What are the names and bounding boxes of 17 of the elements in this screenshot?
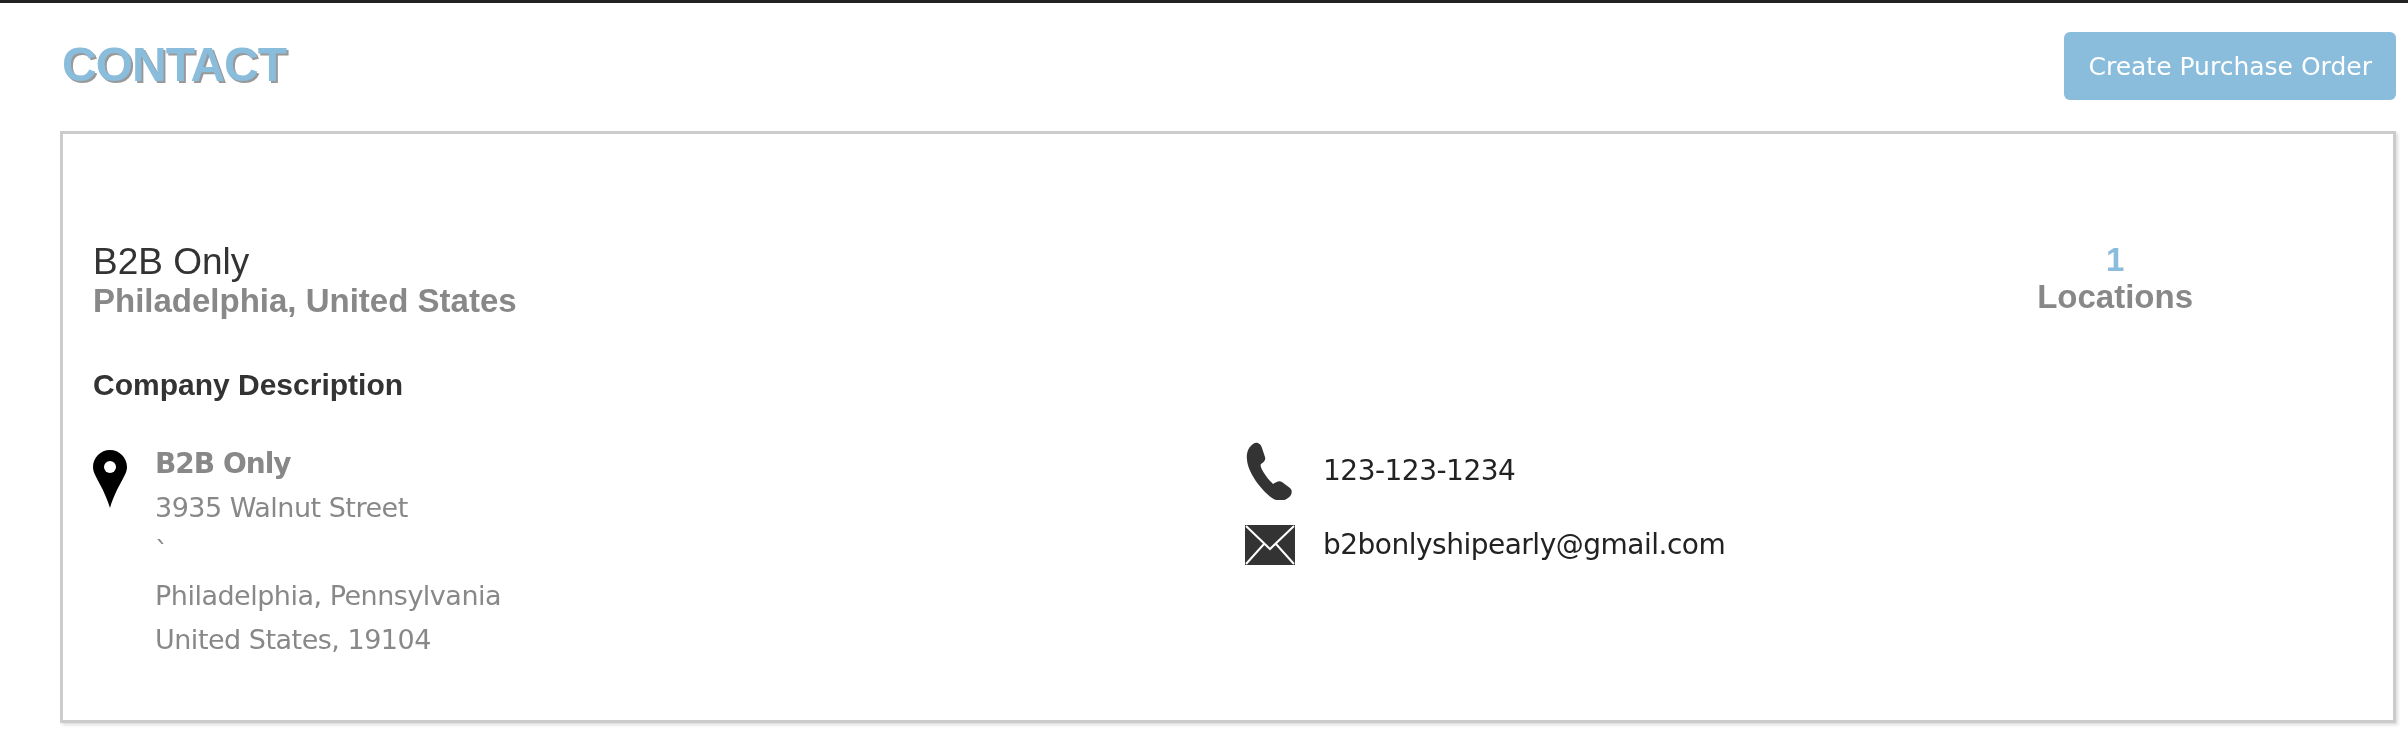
- section-heading: Company Description: [93, 368, 405, 402]
- envelope-icon: [1245, 525, 1295, 565]
- company-name: B2B Only: [93, 242, 251, 282]
- locations-label: Locations: [2037, 278, 2193, 316]
- map-pin-icon: [93, 450, 127, 508]
- address-line: Philadelphia, Pennsylvania: [155, 579, 502, 613]
- create-purchase-order-button[interactable]: Create Purchase Order: [2064, 32, 2396, 100]
- locations-count: 1: [2105, 242, 2125, 278]
- email-address: b2bonlyshipearly@gmail.com: [1323, 527, 1726, 563]
- page-title: CONTACT: [62, 37, 287, 92]
- address-line: United States, 19104: [155, 623, 432, 657]
- phone-icon: [1245, 442, 1295, 500]
- phone-number: 123-123-1234: [1323, 453, 1516, 489]
- company-location: Philadelphia, United States: [93, 282, 517, 320]
- address-name: B2B Only: [155, 446, 292, 482]
- address-line: 3935 Walnut Street: [155, 491, 409, 525]
- address-line: `: [155, 535, 169, 569]
